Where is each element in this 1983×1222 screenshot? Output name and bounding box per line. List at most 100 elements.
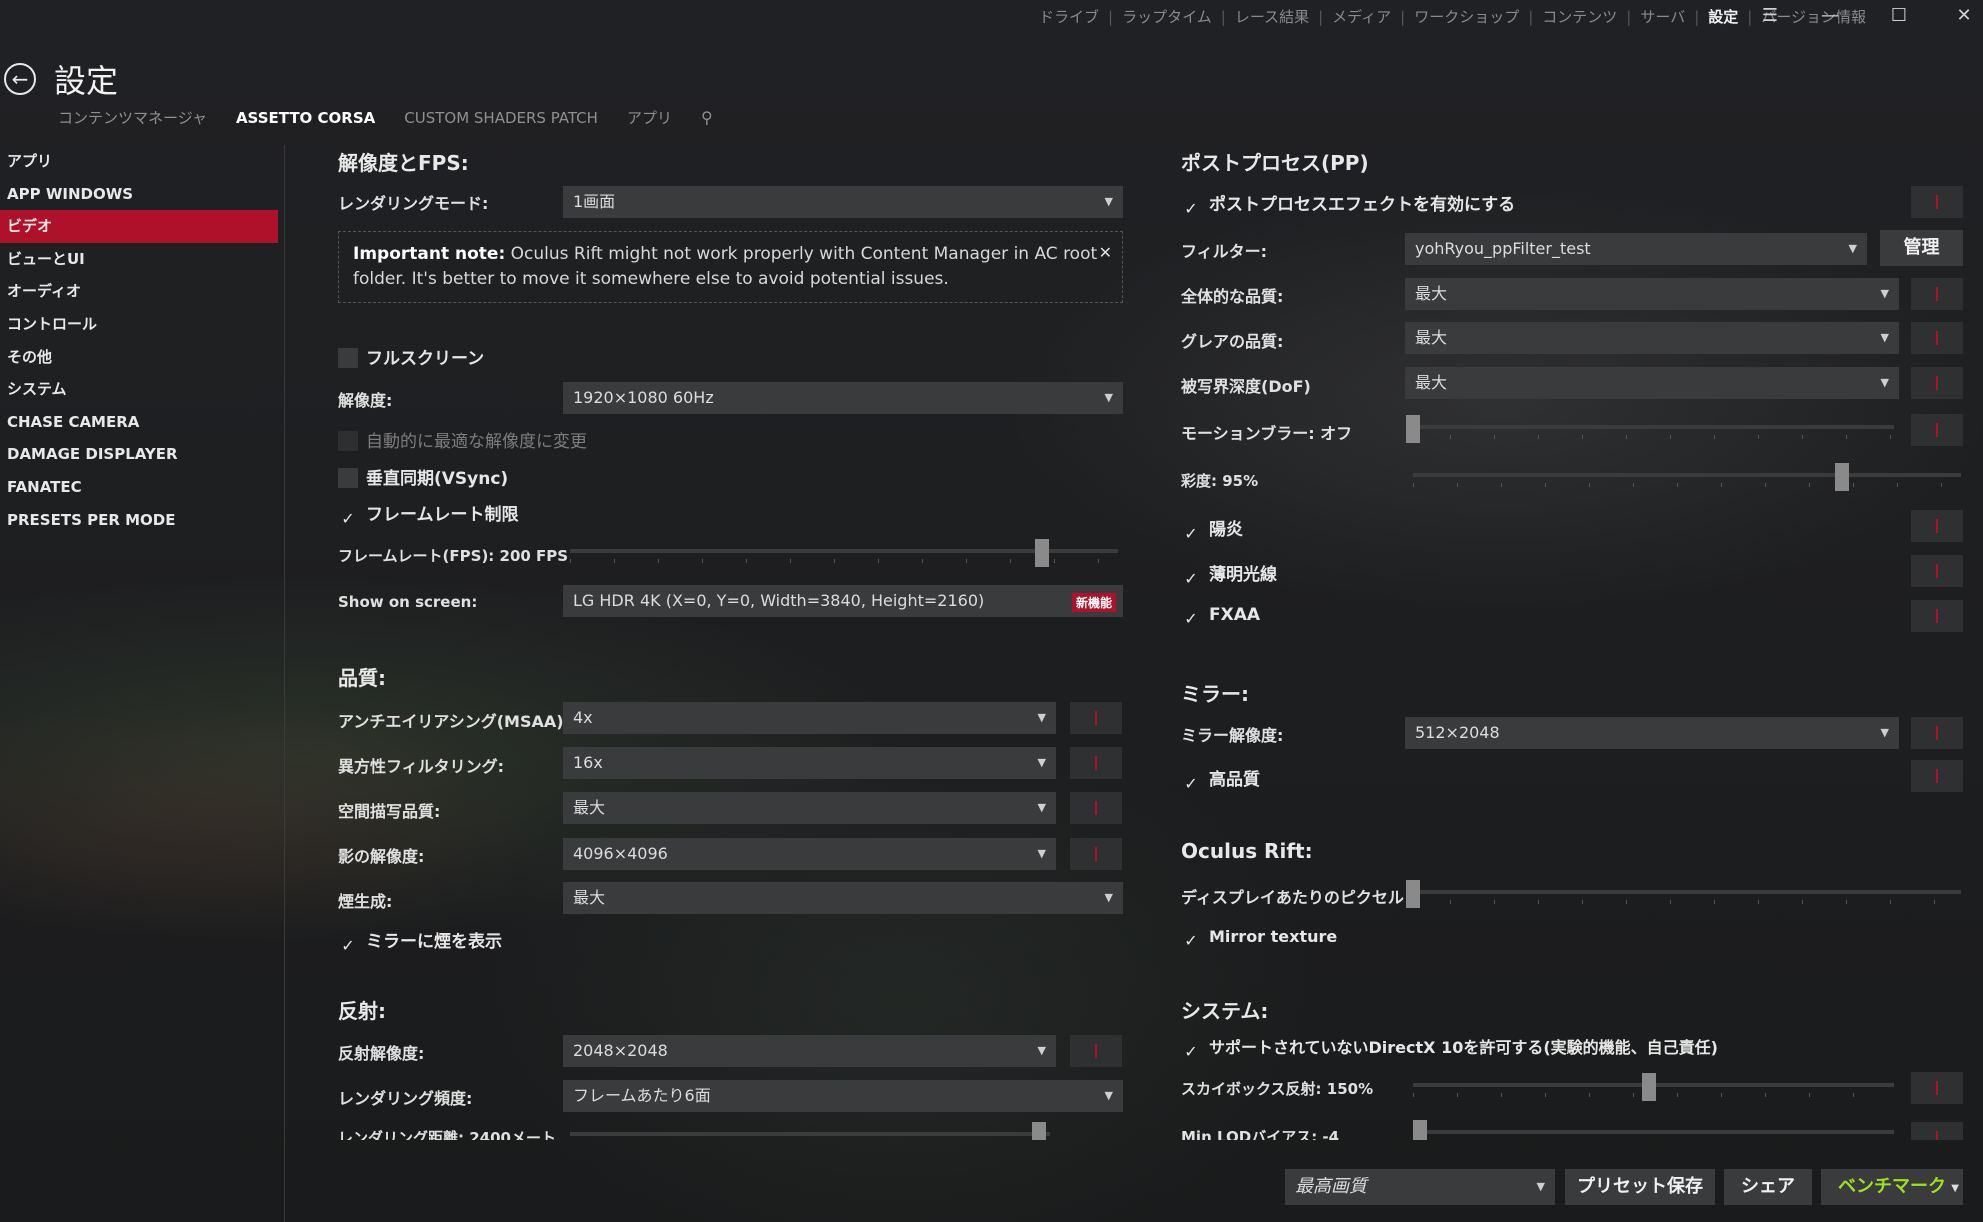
back-arrow-icon[interactable]: ← — [4, 63, 36, 95]
heat-haze-checkbox[interactable]: ✓ 陽炎 — [1181, 515, 1243, 544]
sidebar-item-damage-displayer[interactable]: DAMAGE DISPLAYER — [0, 438, 278, 471]
mirror-hq-label: 高品質 — [1209, 770, 1260, 790]
render-mode-dropdown[interactable]: 1画面 ▼ — [563, 186, 1123, 218]
saturation-slider[interactable] — [1413, 463, 1961, 491]
smoke-dropdown[interactable]: 最大 ▼ — [563, 882, 1123, 914]
nav-content[interactable]: コンテンツ — [1533, 6, 1626, 27]
mirror-res-reset-button[interactable] — [1911, 717, 1963, 749]
msaa-reset-button[interactable] — [1070, 702, 1122, 734]
heat-haze-reset-button[interactable] — [1911, 510, 1963, 542]
preset-dropdown[interactable]: 最高画質 ▼ — [1285, 1169, 1555, 1205]
tab-csp[interactable]: CUSTOM SHADERS PATCH — [404, 109, 598, 127]
lod-bias-slider[interactable] — [1413, 1120, 1894, 1140]
share-button[interactable]: シェア — [1724, 1169, 1812, 1205]
resolution-label: 解像度: — [338, 391, 393, 410]
mirror-texture-checkbox[interactable]: ✓ Mirror texture — [1181, 927, 1337, 951]
pixel-density-slider-thumb[interactable] — [1406, 880, 1420, 908]
pp-enable-reset-button[interactable] — [1911, 186, 1963, 218]
vsync-checkbox[interactable]: 垂直同期(VSync) — [338, 464, 508, 489]
mirror-res-dropdown[interactable]: 512×2048 ▼ — [1405, 717, 1899, 749]
world-detail-reset-button[interactable] — [1070, 792, 1122, 824]
benchmark-button[interactable]: ベンチマーク ▼ — [1821, 1169, 1963, 1205]
sidebar-item-app-windows[interactable]: APP WINDOWS — [0, 178, 278, 211]
glare-reset-button[interactable] — [1911, 322, 1963, 354]
sun-rays-checkbox[interactable]: ✓ 薄明光線 — [1181, 560, 1277, 589]
glare-dropdown[interactable]: 最大 ▼ — [1405, 322, 1899, 354]
skybox-slider[interactable] — [1413, 1073, 1894, 1101]
sidebar-item-apps[interactable]: アプリ — [0, 145, 278, 178]
nav-laptimes[interactable]: ラップタイム — [1113, 6, 1221, 27]
auto-resolution-checkbox[interactable]: 自動的に最適な解像度に変更 — [338, 427, 587, 452]
smoke-mirror-checkbox[interactable]: ✓ ミラーに煙を表示 — [338, 927, 502, 956]
resolution-dropdown[interactable]: 1920×1080 60Hz ▼ — [563, 382, 1123, 414]
manage-button[interactable]: 管理 — [1880, 230, 1963, 266]
chevron-down-icon[interactable]: ▼ — [1951, 1171, 1959, 1207]
smoke-mirror-label: ミラーに煙を表示 — [366, 932, 502, 952]
nav-media[interactable]: メディア — [1323, 6, 1400, 27]
tab-content-manager[interactable]: コンテンツマネージャ — [58, 107, 207, 128]
skybox-slider-thumb[interactable] — [1642, 1073, 1656, 1101]
motion-blur-slider[interactable] — [1406, 415, 1894, 443]
aniso-reset-button[interactable] — [1070, 747, 1122, 779]
sidebar-item-other[interactable]: その他 — [0, 341, 278, 374]
shadow-reset-button[interactable] — [1070, 838, 1122, 870]
fps-slider-thumb[interactable] — [1035, 539, 1049, 567]
reflection-res-reset-button[interactable] — [1070, 1035, 1122, 1067]
nav-drive[interactable]: ドライブ — [1030, 6, 1108, 27]
sidebar-item-presets-per-mode[interactable]: PRESETS PER MODE — [0, 504, 278, 537]
sidebar-item-audio[interactable]: オーディオ — [0, 275, 278, 308]
motion-blur-reset-button[interactable] — [1911, 414, 1963, 446]
overall-quality-dropdown[interactable]: 最大 ▼ — [1405, 278, 1899, 310]
tab-apps[interactable]: アプリ — [627, 107, 672, 128]
fxaa-checkbox[interactable]: ✓ FXAA — [1181, 605, 1260, 629]
maximize-icon[interactable]: ☐ — [1869, 0, 1929, 30]
world-detail-dropdown[interactable]: 最大 ▼ — [563, 792, 1056, 824]
fxaa-reset-button[interactable] — [1911, 600, 1963, 632]
sun-rays-reset-button[interactable] — [1911, 555, 1963, 587]
overall-quality-reset-button[interactable] — [1911, 278, 1963, 310]
chevron-down-icon: ▼ — [1037, 801, 1046, 814]
dof-dropdown[interactable]: 最大 ▼ — [1405, 367, 1899, 399]
dx10-checkbox[interactable]: ✓ サポートされていないDirectX 10を許可する(実験的機能、自己責任) — [1181, 1034, 1718, 1062]
shadow-dropdown[interactable]: 4096×4096 ▼ — [563, 838, 1056, 870]
fps-limit-checkbox[interactable]: ✓ フレームレート制限 — [338, 500, 518, 529]
sidebar-item-view-ui[interactable]: ビューとUI — [0, 243, 278, 276]
sidebar-item-chase-camera[interactable]: CHASE CAMERA — [0, 406, 278, 439]
close-note-icon[interactable]: ✕ — [1099, 240, 1112, 265]
nav-server[interactable]: サーバ — [1631, 6, 1694, 27]
sidebar-item-video[interactable]: ビデオ — [0, 210, 278, 243]
skybox-reset-button[interactable] — [1911, 1072, 1963, 1104]
search-icon[interactable]: ⚲ — [701, 108, 713, 127]
screen-field[interactable]: LG HDR 4K (X=0, Y=0, Width=3840, Height=… — [563, 585, 1123, 617]
fullscreen-checkbox[interactable]: フルスクリーン — [338, 344, 484, 369]
mirror-hq-checkbox[interactable]: ✓ 高品質 — [1181, 765, 1260, 794]
lod-bias-reset-button[interactable] — [1911, 1122, 1963, 1140]
reflection-distance-slider[interactable] — [570, 1122, 1050, 1140]
pp-enable-checkbox[interactable]: ✓ ポストプロセスエフェクトを有効にする — [1181, 190, 1515, 219]
save-preset-button[interactable]: プリセット保存 — [1565, 1169, 1715, 1205]
reflection-freq-dropdown[interactable]: フレームあたり6面 ▼ — [563, 1080, 1123, 1112]
msaa-dropdown[interactable]: 4x ▼ — [563, 702, 1056, 734]
world-detail-label: 空間描写品質: — [338, 802, 441, 821]
reflection-res-dropdown[interactable]: 2048×2048 ▼ — [563, 1035, 1056, 1067]
aniso-dropdown[interactable]: 16x ▼ — [563, 747, 1056, 779]
sidebar-item-fanatec[interactable]: FANATEC — [0, 471, 278, 504]
sidebar-item-system[interactable]: システム — [0, 373, 278, 406]
mirror-hq-reset-button[interactable] — [1911, 760, 1963, 792]
fps-slider[interactable] — [570, 539, 1118, 567]
chevron-down-icon: ▼ — [1536, 1180, 1545, 1193]
dof-reset-button[interactable] — [1911, 367, 1963, 399]
motion-blur-slider-thumb[interactable] — [1406, 415, 1420, 443]
close-icon[interactable]: ✕ — [1934, 0, 1983, 30]
filter-dropdown[interactable]: yohRyou_ppFilter_test ▼ — [1405, 233, 1867, 265]
checkmark-icon: ✓ — [341, 936, 355, 955]
aniso-value: 16x — [573, 753, 603, 772]
nav-results[interactable]: レース結果 — [1226, 6, 1318, 27]
menu-icon[interactable]: ☰ — [1740, 0, 1800, 30]
nav-workshop[interactable]: ワークショップ — [1405, 6, 1528, 27]
tab-assetto-corsa[interactable]: ASSETTO CORSA — [236, 109, 375, 127]
pixel-density-slider[interactable] — [1406, 880, 1961, 908]
sidebar-item-controls[interactable]: コントロール — [0, 308, 278, 341]
minimize-icon[interactable]: — — [1800, 0, 1860, 30]
saturation-slider-thumb[interactable] — [1835, 463, 1849, 491]
